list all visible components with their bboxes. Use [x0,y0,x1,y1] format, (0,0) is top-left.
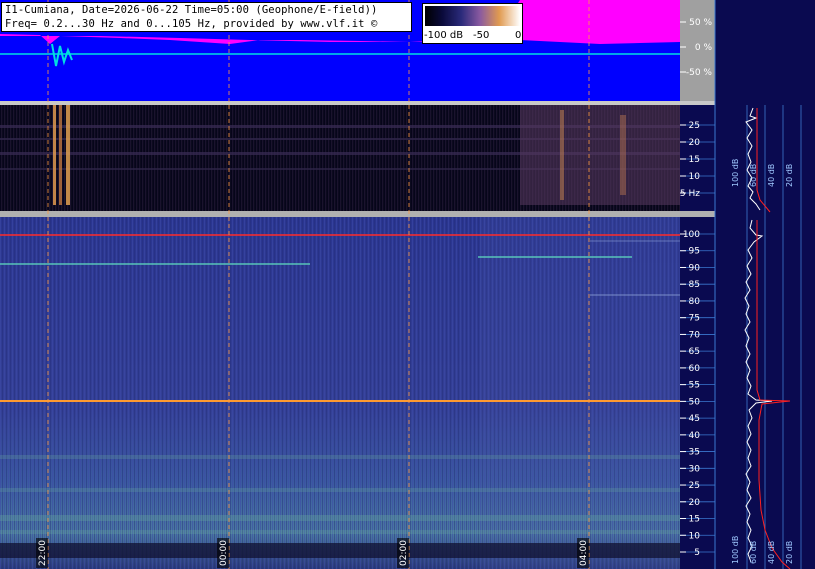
main-tick-label: 15 [689,515,700,525]
chart-canvas: 50 % 0 % -50 % 25 20 15 10 5 Hz 10095908580757… [0,0,815,569]
main-tick-label: 85 [689,280,700,290]
db-label: 40 dB [767,541,776,564]
amp-tick-label: 0 % [695,43,713,53]
main-tick-label: 90 [689,263,701,273]
db-label: 100 dB [731,159,740,187]
low-tick-label: 25 [689,121,700,131]
main-tick-label: 70 [689,330,701,340]
colorbar: -100 dB -50 0 [422,3,523,44]
db-label: 60 dB [749,164,758,187]
colorbar-gradient [425,6,520,26]
main-tick-label: 5 [694,548,700,558]
panel-separator-2 [0,211,715,217]
main-tick-label: 45 [689,414,700,424]
main-spectrogram: 100 95 90 85 80 75 70 65 60 55 50 45 40 35 30 25 20 15 10 5 [0,217,815,569]
colorbar-label-mid: -50 [473,30,490,41]
db-label: 100 dB [731,536,740,564]
low-tick-label: 20 [689,138,701,148]
amplitude-high-band [520,0,680,40]
header-line-2: Freq= 0.2...30 Hz and 0...105 Hz, provid… [5,18,378,30]
main-tick-label: 30 [689,464,701,474]
main-tick-label: 80 [689,297,701,307]
db-label: 20 dB [785,541,794,564]
average-spectrum-panel: 100 dB 60 dB 40 dB 20 dB 100 dB 60 dB 40 dB 20 … [714,0,815,569]
main-tick-label: 55 [689,381,700,391]
main-tick-label: 65 [689,347,700,357]
amp-tick-label: 50 % [689,18,712,28]
main-tick-label: 35 [689,448,700,458]
main-tick-label: 60 [689,364,701,374]
db-label: 20 dB [785,164,794,187]
time-label: 04:00 [579,540,589,566]
time-label: 22:00 [38,540,48,566]
main-tick-label: 10 [689,531,701,541]
header-box: I1-Cumiana, Date=2026-06-22 Time=05:00 (… [1,2,412,32]
amp-tick-label: -50 % [686,68,713,78]
main-tick-label: 20 [689,498,701,508]
main-tick-label: 75 [689,314,700,324]
main-tick-label: 25 [689,481,700,491]
vlf-monitor-view: 50 % 0 % -50 % 25 20 15 10 5 Hz 100 95 9… [0,0,815,569]
time-label: 00:00 [219,540,229,566]
db-label: 40 dB [767,164,776,187]
header-line-1: I1-Cumiana, Date=2026-06-22 Time=05:00 (… [5,4,378,16]
time-label: 02:00 [399,540,409,566]
low-tick-label: 10 [689,172,701,182]
main-tick-label: 40 [689,431,701,441]
main-tick-label: 50 [689,397,701,407]
lowfreq-spectrogram: 25 20 15 10 5 Hz [0,105,815,212]
main-tick-label: 100 [683,230,700,240]
colorbar-label-max: 0 [515,30,522,41]
colorbar-label-min: -100 dB [424,30,464,41]
main-tick-label: 95 [689,247,700,257]
panel-separator-1 [0,101,715,105]
low-tick-label: 15 [689,155,700,165]
db-label: 60 dB [749,541,758,564]
low-tick-label: 5 Hz [680,189,700,199]
